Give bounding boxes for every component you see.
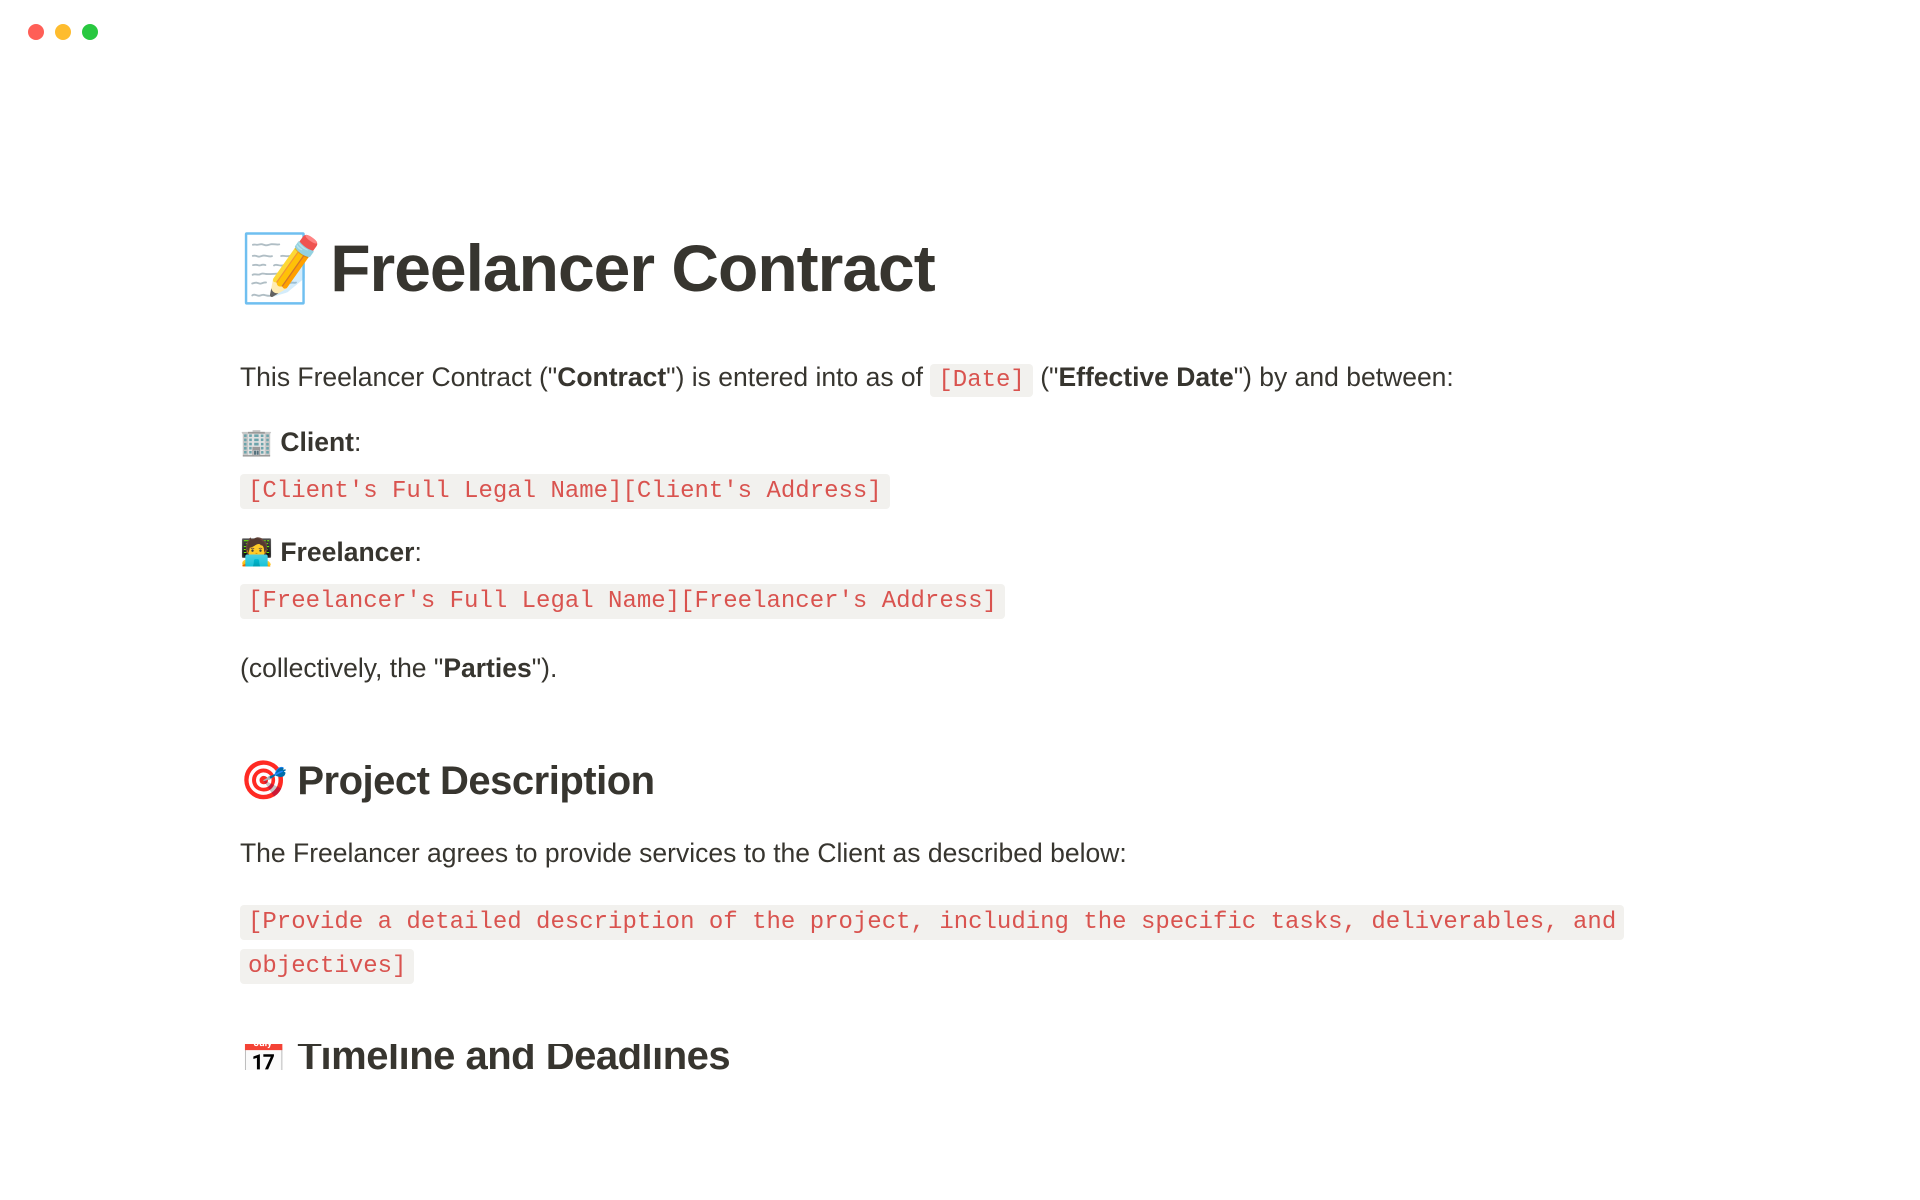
calendar-icon: 📅 [240, 1044, 287, 1070]
freelancer-label: 🧑‍💻 Freelancer: [240, 537, 1680, 568]
maximize-window-icon[interactable] [82, 24, 98, 40]
date-placeholder[interactable]: [Date] [930, 364, 1032, 397]
client-placeholder-line: [Client's Full Legal Name][Client's Addr… [240, 470, 1680, 513]
project-description-placeholder-line: [Provide a detailed description of the p… [240, 901, 1680, 987]
timeline-heading-partial: 📅 Timeline and Deadlines [240, 1044, 1680, 1070]
intro-paragraph: This Freelancer Contract ("Contract") is… [240, 356, 1680, 401]
window-controls [0, 0, 1920, 40]
project-description-placeholder[interactable]: [Provide a detailed description of the p… [240, 905, 1624, 983]
minimize-window-icon[interactable] [55, 24, 71, 40]
memo-icon: 📝 [240, 235, 322, 301]
freelancer-placeholder-line: [Freelancer's Full Legal Name][Freelance… [240, 580, 1680, 623]
freelancer-placeholder[interactable]: [Freelancer's Full Legal Name][Freelance… [240, 584, 1005, 619]
project-description-title: Project Description [297, 759, 654, 804]
client-label: 🏢 Client: [240, 427, 1680, 458]
project-description-intro: The Freelancer agrees to provide service… [240, 832, 1680, 876]
target-icon: 🎯 [240, 759, 287, 803]
timeline-title: Timeline and Deadlines [297, 1044, 730, 1070]
document-content: 📝 Freelancer Contract This Freelancer Co… [0, 40, 1920, 1070]
page-title: 📝 Freelancer Contract [240, 230, 1680, 306]
close-window-icon[interactable] [28, 24, 44, 40]
client-placeholder[interactable]: [Client's Full Legal Name][Client's Addr… [240, 474, 890, 509]
technologist-icon: 🧑‍💻 [240, 537, 273, 567]
building-icon: 🏢 [240, 427, 273, 457]
project-description-heading: 🎯 Project Description [240, 759, 1680, 804]
parties-text: (collectively, the "Parties"). [240, 647, 1680, 691]
page-title-text: Freelancer Contract [330, 230, 935, 306]
